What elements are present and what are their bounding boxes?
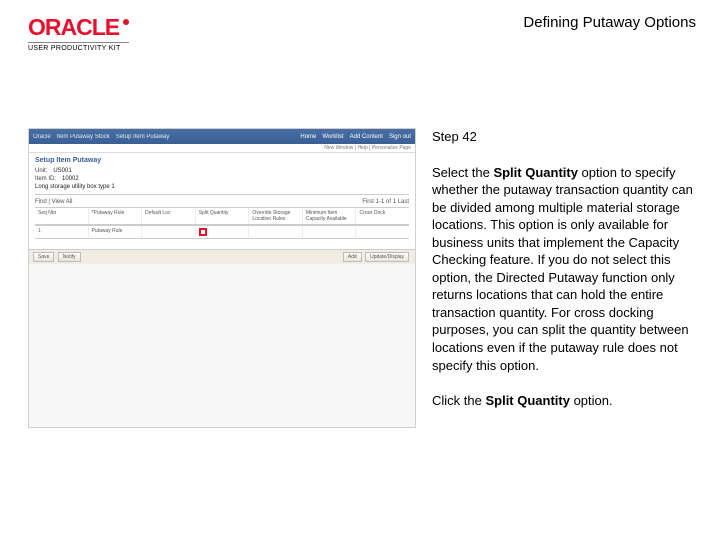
app-screenshot: Oracle Item Putaway Stock Setup Item Put… bbox=[28, 128, 416, 428]
ss-col-4: Override Storage Location Rules bbox=[249, 208, 303, 224]
ss-itemid-val: 10002 bbox=[62, 176, 79, 182]
ss-col-5: Minimum Item Capacity Available bbox=[303, 208, 357, 224]
page: ORACLE USER PRODUCTIVITY KIT Defining Pu… bbox=[0, 0, 720, 540]
step-label: Step 42 bbox=[432, 128, 696, 146]
ss-cell-4 bbox=[249, 226, 303, 238]
ss-desc: Long storage utility box type 1 bbox=[35, 184, 115, 190]
instruction-panel: Step 42 Select the Split Quantity option… bbox=[432, 128, 696, 428]
p1-b: Split Quantity bbox=[493, 165, 578, 180]
ss-update-button: Update/Display bbox=[365, 252, 409, 262]
ss-itemid-lbl: Item ID: bbox=[35, 176, 56, 182]
brand-word: ORACLE bbox=[28, 14, 119, 41]
ss-cell-0: 1 bbox=[35, 226, 89, 238]
ss-cell-1: Putaway Rule bbox=[89, 226, 143, 238]
ss-nav-add: Add Content bbox=[350, 134, 383, 140]
instruction-para-1: Select the Split Quantity option to spec… bbox=[432, 164, 696, 375]
p2-a: Click the bbox=[432, 393, 485, 408]
ss-add-button: Add bbox=[343, 252, 362, 262]
ss-nav-home: Home bbox=[300, 134, 316, 140]
ss-col-6: Cross Dock bbox=[356, 208, 409, 224]
ss-col-3: Split Quantity bbox=[196, 208, 250, 224]
ss-page-header: Setup Item Putaway bbox=[35, 157, 409, 164]
ss-cell-2 bbox=[142, 226, 196, 238]
p1-c: option to specify whether the putaway tr… bbox=[432, 165, 693, 373]
ss-brand: Oracle bbox=[33, 134, 51, 140]
split-quantity-checkbox-highlight[interactable] bbox=[199, 228, 207, 236]
ss-crumb-2: Setup Item Putaway bbox=[116, 134, 170, 140]
p1-a: Select the bbox=[432, 165, 493, 180]
ss-body: Setup Item Putaway Unit: US001 Item ID: … bbox=[29, 153, 415, 249]
header: ORACLE USER PRODUCTIVITY KIT Defining Pu… bbox=[28, 14, 696, 52]
page-title: Defining Putaway Options bbox=[523, 14, 696, 31]
ss-grid-right: First 1-1 of 1 Last bbox=[362, 199, 409, 205]
instruction-para-2: Click the Split Quantity option. bbox=[432, 392, 696, 410]
brand-dot-icon bbox=[123, 19, 129, 25]
ss-footer: Save Notify Add Update/Display bbox=[29, 249, 415, 264]
ss-grid-header: Seq Nbr *Putaway Rule Default Loc Split … bbox=[35, 207, 409, 225]
ss-crumb-1: Item Putaway Stock bbox=[57, 134, 110, 140]
ss-topbar: Oracle Item Putaway Stock Setup Item Put… bbox=[29, 129, 415, 144]
brand-block: ORACLE USER PRODUCTIVITY KIT bbox=[28, 14, 129, 52]
ss-unit-val: US001 bbox=[53, 168, 71, 174]
ss-cell-6 bbox=[356, 226, 409, 238]
oracle-logo: ORACLE bbox=[28, 14, 129, 41]
ss-nav-signout: Sign out bbox=[389, 134, 411, 140]
ss-subbar: New Window | Help | Personalize Page bbox=[29, 144, 415, 153]
brand-subtitle: USER PRODUCTIVITY KIT bbox=[28, 42, 129, 52]
p2-b: Split Quantity bbox=[485, 393, 570, 408]
ss-col-2: Default Loc bbox=[142, 208, 196, 224]
ss-notify-button: Notify bbox=[58, 252, 81, 262]
ss-col-0: Seq Nbr bbox=[35, 208, 89, 224]
ss-save-button: Save bbox=[33, 252, 54, 262]
ss-grid-left: Find | View All bbox=[35, 199, 72, 205]
ss-unit-lbl: Unit: bbox=[35, 168, 47, 174]
ss-cell-5 bbox=[303, 226, 357, 238]
ss-grid-row: 1 Putaway Rule bbox=[35, 225, 409, 239]
ss-nav-worklist: Worklist bbox=[322, 134, 343, 140]
ss-col-1: *Putaway Rule bbox=[89, 208, 143, 224]
ss-cell-3 bbox=[196, 226, 250, 238]
p2-c: option. bbox=[570, 393, 613, 408]
content: Oracle Item Putaway Stock Setup Item Put… bbox=[28, 128, 696, 428]
